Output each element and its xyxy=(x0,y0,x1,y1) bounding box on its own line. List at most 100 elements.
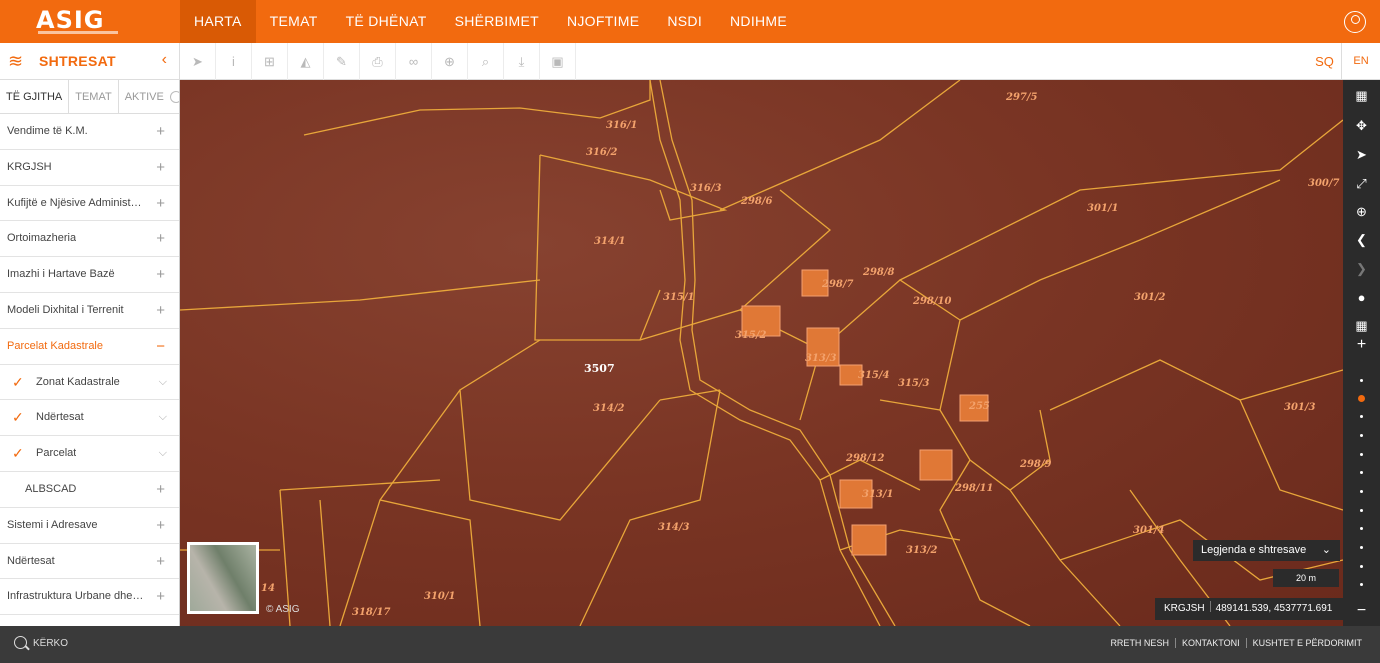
download-icon[interactable]: ⤓ xyxy=(504,43,540,80)
add-icon[interactable]: ⊞ xyxy=(252,43,288,80)
zoom-level-dot[interactable] xyxy=(1360,434,1363,437)
search-icon[interactable] xyxy=(14,636,27,649)
nav-harta[interactable]: HARTA xyxy=(180,0,256,43)
lang-en-button[interactable]: EN xyxy=(1346,43,1376,80)
collapse-icon[interactable]: − xyxy=(156,329,165,364)
zoom-level-dot[interactable] xyxy=(1360,379,1363,382)
checkmark-icon[interactable]: ✓ xyxy=(12,436,24,471)
fullscreen-icon[interactable]: ✥ xyxy=(1343,118,1380,134)
parcel-label: 315/2 xyxy=(735,330,767,341)
expand-icon[interactable]: + xyxy=(156,114,165,149)
pointer-icon[interactable]: ➤ xyxy=(180,43,216,80)
info-icon[interactable]: i xyxy=(216,43,252,80)
globe-icon[interactable]: ● xyxy=(1343,290,1380,305)
nav-ndihme[interactable]: NDIHME xyxy=(716,0,801,43)
basemap-switcher-thumbnail[interactable] xyxy=(187,542,259,614)
layer-group-ndertesat[interactable]: Ndërtesat + xyxy=(0,544,179,580)
profile-icon[interactable]: ◭ xyxy=(288,43,324,80)
zoom-level-current[interactable] xyxy=(1358,395,1365,402)
layer-group-albscad[interactable]: ALBSCAD + xyxy=(0,472,179,508)
legend-dropdown-button[interactable]: Legjenda e shtresave ⌄ xyxy=(1193,540,1340,561)
chevron-down-icon[interactable]: ⌵ xyxy=(159,436,167,471)
user-circle-icon[interactable] xyxy=(1344,11,1366,33)
asig-logo[interactable]: ASIG xyxy=(36,6,105,34)
locate-icon[interactable]: ⊕ xyxy=(432,43,468,80)
layer-group-imazhi[interactable]: Imazhi i Hartave Bazë + xyxy=(0,257,179,293)
edit-icon[interactable]: ✎ xyxy=(324,43,360,80)
map-canvas[interactable]: 297/5 316/1 316/2 316/3 298/6 300/7 301/… xyxy=(180,80,1343,626)
expand-icon[interactable]: + xyxy=(156,508,165,543)
layer-tabs: TË GJITHA TEMAT AKTIVE xyxy=(0,80,179,114)
zoom-out-icon[interactable]: − xyxy=(1343,602,1380,620)
nav-temat[interactable]: TEMAT xyxy=(256,0,332,43)
layer-group-krgjsh[interactable]: KRGJSH + xyxy=(0,150,179,186)
expand-icon[interactable]: + xyxy=(156,186,165,221)
panel-title: SHTRESAT xyxy=(39,53,116,69)
navigate-icon[interactable]: ➤ xyxy=(1343,147,1380,163)
search-label[interactable]: KËRKO xyxy=(33,638,68,649)
zoom-box-icon[interactable]: ⊕ xyxy=(1343,204,1380,220)
zoom-level-dot[interactable] xyxy=(1360,509,1363,512)
expand-icon[interactable]: + xyxy=(156,221,165,256)
checkmark-icon[interactable]: ✓ xyxy=(12,365,24,400)
chevron-down-icon[interactable]: ⌵ xyxy=(159,400,167,435)
zoom-level-dot[interactable] xyxy=(1360,583,1363,586)
zoom-level-dot[interactable] xyxy=(1360,546,1363,549)
chevron-left-icon[interactable]: ❮ xyxy=(1343,232,1380,248)
chevron-down-icon[interactable]: ⌵ xyxy=(159,365,167,400)
parcel-label: 14 xyxy=(261,583,275,594)
link-kushtet[interactable]: KUSHTET E PËRDORIMIT xyxy=(1245,638,1368,648)
zoom-level-dot[interactable] xyxy=(1360,565,1363,568)
divider xyxy=(1209,601,1211,612)
layer-ndertesat[interactable]: ✓ Ndërtesat ⌵ xyxy=(0,400,179,437)
layer-group-sistemi-adresave[interactable]: Sistemi i Adresave + xyxy=(0,508,179,544)
crs-label[interactable]: KRGJSH xyxy=(1164,603,1205,614)
expand-icon[interactable]: ⤢ xyxy=(1343,176,1380,192)
expand-icon[interactable]: + xyxy=(156,544,165,579)
layer-group-kufijte[interactable]: Kufijtë e Njësive Administra... + xyxy=(0,186,179,222)
tab-aktive[interactable]: AKTIVE xyxy=(119,80,179,113)
layer-label: Ndërtesat xyxy=(7,554,55,567)
image-icon[interactable]: ▣ xyxy=(540,43,576,80)
chevron-right-icon[interactable]: ❯ xyxy=(1343,261,1380,277)
nav-nsdi[interactable]: NSDI xyxy=(653,0,716,43)
checkmark-icon[interactable]: ✓ xyxy=(12,400,24,435)
tab-te-gjitha[interactable]: TË GJITHA xyxy=(0,80,70,113)
expand-icon[interactable]: + xyxy=(156,293,165,328)
zoom-level-dot[interactable] xyxy=(1360,527,1363,530)
layer-group-infrastruktura[interactable]: Infrastruktura Urbane dhe S... + xyxy=(0,579,179,616)
layer-group-vendime[interactable]: Vendime të K.M. + xyxy=(0,114,179,150)
link-kontaktoni[interactable]: KONTAKTONI xyxy=(1174,638,1246,648)
parcel-label: 315/3 xyxy=(898,378,930,389)
lang-sq-button[interactable]: SQ xyxy=(1308,43,1342,80)
parcel-label: 297/5 xyxy=(1006,92,1038,103)
link-icon[interactable]: ∞ xyxy=(396,43,432,80)
tab-temat[interactable]: TEMAT xyxy=(69,80,119,113)
grid-icon[interactable]: ▦ xyxy=(1343,318,1380,334)
layer-group-modeli[interactable]: Modeli Dixhital i Terrenit + xyxy=(0,293,179,329)
zoom-level-dot[interactable] xyxy=(1360,415,1363,418)
layer-zonat-kadastrale[interactable]: ✓ Zonat Kadastrale ⌵ xyxy=(0,364,179,401)
expand-icon[interactable]: + xyxy=(156,579,165,614)
zoom-level-dot[interactable] xyxy=(1360,453,1363,456)
layer-group-parcelat-kadastrale[interactable]: Parcelat Kadastrale − xyxy=(0,329,179,365)
expand-icon[interactable]: + xyxy=(156,150,165,185)
search-tool-icon[interactable]: ⌕ xyxy=(468,43,504,80)
zoom-in-icon[interactable]: + xyxy=(1343,336,1380,354)
gear-icon[interactable] xyxy=(169,91,179,103)
layer-parcelat[interactable]: ✓ Parcelat ⌵ xyxy=(0,436,179,472)
map-icon[interactable]: ▦ xyxy=(1343,88,1380,104)
cadastral-zone-label: 3507 xyxy=(584,362,615,375)
print-icon[interactable]: ⎙ xyxy=(360,43,396,80)
nav-sherbimet[interactable]: SHËRBIMET xyxy=(441,0,553,43)
top-navigation-bar: ASIG HARTA TEMAT TË DHËNAT SHËRBIMET NJO… xyxy=(0,0,1380,43)
chevron-left-icon[interactable]: ‹ xyxy=(162,51,167,69)
expand-icon[interactable]: + xyxy=(156,257,165,292)
expand-icon[interactable]: + xyxy=(156,472,165,507)
nav-te-dhenat[interactable]: TË DHËNAT xyxy=(332,0,441,43)
zoom-level-dot[interactable] xyxy=(1360,471,1363,474)
layer-group-ortoimazheria[interactable]: Ortoimazheria + xyxy=(0,221,179,258)
link-rreth-nesh[interactable]: RRETH NESH xyxy=(1104,638,1175,648)
zoom-level-dot[interactable] xyxy=(1360,490,1363,493)
nav-njoftime[interactable]: NJOFTIME xyxy=(553,0,653,43)
